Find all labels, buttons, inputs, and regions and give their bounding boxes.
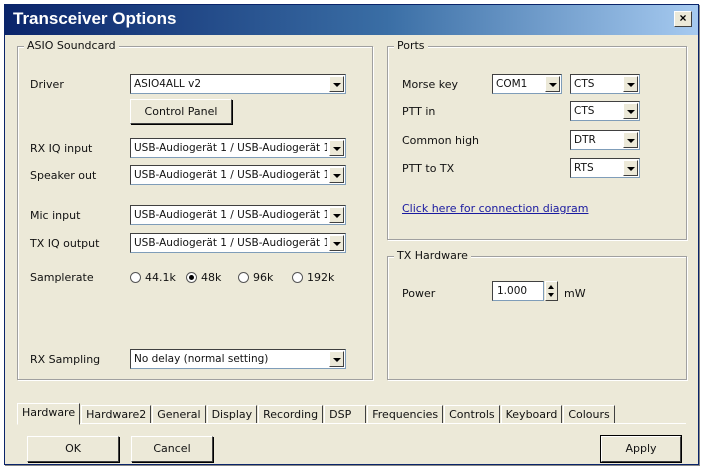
tab-display[interactable]: Display <box>206 405 258 424</box>
ptt-in-line-select[interactable]: CTS <box>570 101 640 121</box>
driver-select[interactable]: ASIO4ALL v2 <box>130 74 346 94</box>
control-panel-button[interactable]: Control Panel <box>130 99 232 124</box>
power-label: Power <box>402 287 436 300</box>
samplerate-radio-48k[interactable]: 48k <box>186 271 221 284</box>
chevron-down-icon[interactable] <box>329 235 344 251</box>
tab-dsp[interactable]: DSP <box>324 405 367 424</box>
spin-up-icon[interactable] <box>548 285 554 289</box>
tab-divider <box>17 423 686 424</box>
speaker-out-value: USB-Audiogerät 1 / USB-Audiogerät 1 <box>134 169 327 181</box>
chevron-down-icon[interactable] <box>329 167 344 183</box>
samplerate-radio-192k[interactable]: 192k <box>292 271 334 284</box>
common-high-line-value: DTR <box>574 134 596 146</box>
chevron-down-icon[interactable] <box>623 160 638 176</box>
chevron-down-icon[interactable] <box>329 207 344 223</box>
common-high-label: Common high <box>402 134 480 147</box>
window-title: Transceiver Options <box>13 9 177 28</box>
tab-hardware[interactable]: Hardware <box>17 403 81 425</box>
close-button[interactable]: × <box>674 11 692 27</box>
speaker-out-label: Speaker out <box>30 169 97 182</box>
tab-colours[interactable]: Colours <box>563 405 615 424</box>
ports-legend: Ports <box>394 39 428 52</box>
rx-sampling-label: RX Sampling <box>30 353 101 366</box>
samplerate-option-label: 48k <box>201 271 222 284</box>
rx-iq-input-label: RX IQ input <box>30 142 93 155</box>
morse-line-select[interactable]: CTS <box>570 74 640 94</box>
chevron-down-icon[interactable] <box>329 351 344 367</box>
ports-group: Ports Morse key COM1 CTS PTT in CTS Comm… <box>387 39 687 240</box>
rx-sampling-value: No delay (normal setting) <box>134 353 269 365</box>
rx-iq-input-select[interactable]: USB-Audiogerät 1 / USB-Audiogerät 1 <box>130 138 346 158</box>
chevron-down-icon[interactable] <box>329 76 344 92</box>
apply-button[interactable]: Apply <box>600 435 682 463</box>
samplerate-option-label: 44.1k <box>145 271 176 284</box>
radio-icon[interactable] <box>292 272 303 283</box>
rx-sampling-select[interactable]: No delay (normal setting) <box>130 349 346 369</box>
mic-input-select[interactable]: USB-Audiogerät 1 / USB-Audiogerät 1 <box>130 205 346 225</box>
samplerate-radio-44k[interactable]: 44.1k <box>130 271 176 284</box>
chevron-down-icon[interactable] <box>623 103 638 119</box>
asio-soundcard-legend: ASIO Soundcard <box>24 39 119 52</box>
asio-soundcard-group: ASIO Soundcard Driver ASIO4ALL v2 Contro… <box>17 39 373 380</box>
radio-icon[interactable] <box>238 272 249 283</box>
morse-port-value: COM1 <box>496 78 528 90</box>
samplerate-option-label: 96k <box>253 271 274 284</box>
tab-frequencies[interactable]: Frequencies <box>367 405 444 424</box>
samplerate-label: Samplerate <box>30 271 94 284</box>
driver-value: ASIO4ALL v2 <box>134 78 202 90</box>
ptt-to-tx-line-value: RTS <box>574 162 594 174</box>
tab-strip: Hardware Hardware2 General Display Recor… <box>17 403 616 425</box>
chevron-down-icon[interactable] <box>329 140 344 156</box>
tx-hardware-group: TX Hardware Power 1.000 mW <box>387 249 687 380</box>
cancel-button[interactable]: Cancel <box>131 436 213 462</box>
samplerate-option-label: 192k <box>307 271 335 284</box>
mic-input-value: USB-Audiogerät 1 / USB-Audiogerät 1 <box>134 209 327 221</box>
ptt-to-tx-label: PTT to TX <box>402 162 455 175</box>
chevron-down-icon[interactable] <box>623 132 638 148</box>
spin-down-icon[interactable] <box>548 293 554 297</box>
power-spinner[interactable] <box>545 281 558 301</box>
common-high-line-select[interactable]: DTR <box>570 130 640 150</box>
power-input[interactable]: 1.000 <box>492 281 544 301</box>
rx-iq-input-value: USB-Audiogerät 1 / USB-Audiogerät 1 <box>134 142 327 154</box>
tx-iq-output-value: USB-Audiogerät 1 / USB-Audiogerät 1 <box>134 237 327 249</box>
mic-input-label: Mic input <box>30 209 81 222</box>
tx-hardware-legend: TX Hardware <box>394 249 471 262</box>
tab-keyboard[interactable]: Keyboard <box>500 405 563 424</box>
power-unit: mW <box>564 287 586 300</box>
title-bar[interactable]: Transceiver Options × <box>5 5 698 35</box>
transceiver-options-window: Transceiver Options × ASIO Soundcard Dri… <box>4 4 699 465</box>
tab-recording[interactable]: Recording <box>258 405 324 424</box>
chevron-down-icon[interactable] <box>545 76 560 92</box>
radio-selected-icon[interactable] <box>186 272 197 283</box>
tab-general[interactable]: General <box>152 405 206 424</box>
morse-line-value: CTS <box>574 78 595 90</box>
tab-controls[interactable]: Controls <box>444 405 500 424</box>
morse-port-select[interactable]: COM1 <box>492 74 562 94</box>
connection-diagram-link[interactable]: Click here for connection diagram <box>402 202 588 215</box>
speaker-out-select[interactable]: USB-Audiogerät 1 / USB-Audiogerät 1 <box>130 165 346 185</box>
driver-label: Driver <box>30 78 64 91</box>
ptt-to-tx-line-select[interactable]: RTS <box>570 158 640 178</box>
tx-iq-output-label: TX IQ output <box>30 237 100 250</box>
morse-key-label: Morse key <box>402 78 458 91</box>
chevron-down-icon[interactable] <box>623 76 638 92</box>
tx-iq-output-select[interactable]: USB-Audiogerät 1 / USB-Audiogerät 1 <box>130 233 346 253</box>
ok-button[interactable]: OK <box>27 436 119 462</box>
tab-hardware2[interactable]: Hardware2 <box>81 405 152 424</box>
samplerate-radio-96k[interactable]: 96k <box>238 271 273 284</box>
ptt-in-line-value: CTS <box>574 105 595 117</box>
radio-icon[interactable] <box>130 272 141 283</box>
ptt-in-label: PTT in <box>402 105 436 118</box>
